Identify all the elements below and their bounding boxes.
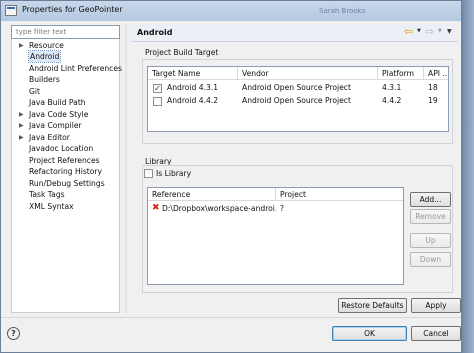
- tree-item-label: Project References: [29, 156, 100, 165]
- properties-dialog: Properties for GeoPointer Sarah Brooks ▶…: [0, 0, 462, 353]
- page-title: Android: [137, 28, 173, 37]
- tree-item-label: Run/Debug Settings: [29, 179, 105, 188]
- tree-item-xml-syntax[interactable]: XML Syntax: [12, 201, 120, 212]
- tree-item-git[interactable]: Git: [12, 86, 120, 97]
- vendor-cell: Android Open Source Project: [242, 96, 351, 105]
- expand-arrow-icon[interactable]: ▶: [19, 120, 24, 131]
- platform-cell: 4.4.2: [382, 96, 402, 105]
- tree-item-java-build-path[interactable]: Java Build Path: [12, 97, 120, 108]
- column-header-project[interactable]: Project: [276, 188, 403, 201]
- tree-item-label: Java Compiler: [29, 121, 82, 130]
- tree-item-label: Task Tags: [29, 190, 65, 199]
- forward-arrow-icon[interactable]: ⇨: [425, 25, 434, 38]
- expand-arrow-icon[interactable]: ▶: [19, 132, 24, 143]
- tree-item-java-compiler[interactable]: ▶ Java Compiler: [12, 120, 120, 131]
- tree-item-label: Resource: [29, 41, 64, 50]
- desktop-background: [462, 0, 474, 353]
- target-name-cell: Android 4.4.2: [167, 96, 219, 105]
- api-cell: 18: [428, 83, 438, 92]
- back-arrow-icon[interactable]: ⇦: [404, 25, 413, 38]
- back-history-dropdown-icon[interactable]: ▼: [417, 28, 421, 34]
- window-title: Properties for GeoPointer: [22, 5, 123, 14]
- tree-item-java-editor[interactable]: ▶ Java Editor: [12, 132, 120, 143]
- remove-button[interactable]: Remove: [410, 209, 451, 224]
- vendor-cell: Android Open Source Project: [242, 83, 351, 92]
- platform-cell: 4.3.1: [382, 83, 402, 92]
- cancel-button[interactable]: Cancel: [411, 326, 461, 341]
- build-target-table: Target Name Vendor Platform API ... ✓ An…: [147, 66, 449, 132]
- up-button[interactable]: Up: [410, 233, 451, 248]
- column-header-platform[interactable]: Platform: [378, 67, 424, 80]
- column-header-vendor[interactable]: Vendor: [238, 67, 378, 80]
- error-icon: ✖: [152, 203, 160, 213]
- target-checkbox[interactable]: [153, 97, 162, 106]
- tree-item-javadoc-location[interactable]: Javadoc Location: [12, 143, 120, 154]
- forward-history-dropdown-icon[interactable]: ▼: [438, 28, 442, 34]
- ok-button[interactable]: OK: [332, 326, 407, 341]
- column-header-target-name[interactable]: Target Name: [148, 67, 238, 80]
- tree-item-label: Builders: [29, 75, 60, 84]
- column-header-api[interactable]: API ...: [424, 67, 448, 80]
- down-button[interactable]: Down: [410, 252, 451, 267]
- tree-item-label: Java Build Path: [29, 98, 86, 107]
- tree-item-label: Java Code Style: [29, 110, 89, 119]
- splitter-sash[interactable]: [125, 24, 127, 314]
- is-library-checkbox[interactable]: [144, 169, 153, 178]
- is-library-label: Is Library: [156, 169, 192, 178]
- page-header: Android ⇦ ▼ ⇨ ▼ ▼: [131, 24, 458, 42]
- target-name-cell: Android 4.3.1: [167, 83, 219, 92]
- background-window-title: Sarah Brooks: [319, 7, 366, 15]
- button-bar-separator: [1, 317, 461, 318]
- expand-arrow-icon[interactable]: ▶: [19, 109, 24, 120]
- expand-arrow-icon[interactable]: ▶: [19, 40, 24, 51]
- tree-item-label: Javadoc Location: [29, 144, 94, 153]
- filter-input[interactable]: [11, 25, 120, 39]
- reference-cell: D:\Dropbox\workspace-androi...: [162, 204, 276, 213]
- restore-defaults-button[interactable]: Restore Defaults: [338, 298, 407, 313]
- tree-item-label: Refactoring History: [29, 167, 103, 176]
- tree-item-project-references[interactable]: Project References: [12, 155, 120, 166]
- api-cell: 19: [428, 96, 438, 105]
- tree-item-refactoring-history[interactable]: Refactoring History: [12, 166, 120, 177]
- view-menu-icon[interactable]: ▼: [447, 28, 452, 35]
- tree-item-label: Git: [29, 87, 40, 96]
- window-icon: [5, 5, 17, 16]
- tree-item-label: Java Editor: [29, 133, 70, 142]
- tree-item-android[interactable]: Android: [12, 50, 120, 63]
- title-bar[interactable]: Properties for GeoPointer Sarah Brooks: [1, 1, 461, 21]
- apply-button[interactable]: Apply: [411, 298, 461, 313]
- library-table: Reference Project ✖ D:\Dropbox\workspace…: [147, 187, 404, 285]
- project-cell: ?: [280, 204, 285, 213]
- tree-item-label: Android Lint Preferences: [29, 64, 122, 73]
- column-header-reference[interactable]: Reference: [148, 188, 276, 201]
- tree-item-java-code-style[interactable]: ▶ Java Code Style: [12, 109, 120, 120]
- help-icon[interactable]: ?: [7, 327, 20, 340]
- tree-item-android-lint-preferences[interactable]: Android Lint Preferences: [12, 63, 122, 74]
- table-row[interactable]: ✖ D:\Dropbox\workspace-androi... ?: [148, 202, 403, 215]
- tree-item-builders[interactable]: Builders: [12, 74, 120, 85]
- tree-item-run-debug-settings[interactable]: Run/Debug Settings: [12, 178, 120, 189]
- tree-item-label: XML Syntax: [29, 202, 74, 211]
- tree-item-task-tags[interactable]: Task Tags: [12, 189, 120, 200]
- target-checkbox[interactable]: ✓: [153, 84, 162, 93]
- preference-tree: ▶ Resource Android Android Lint Preferen…: [11, 39, 122, 313]
- build-target-section-title: Project Build Target: [145, 48, 219, 57]
- tree-item-label: Android: [27, 50, 62, 63]
- tree-item-resource[interactable]: ▶ Resource: [12, 40, 120, 51]
- add-button[interactable]: Add...: [410, 192, 451, 207]
